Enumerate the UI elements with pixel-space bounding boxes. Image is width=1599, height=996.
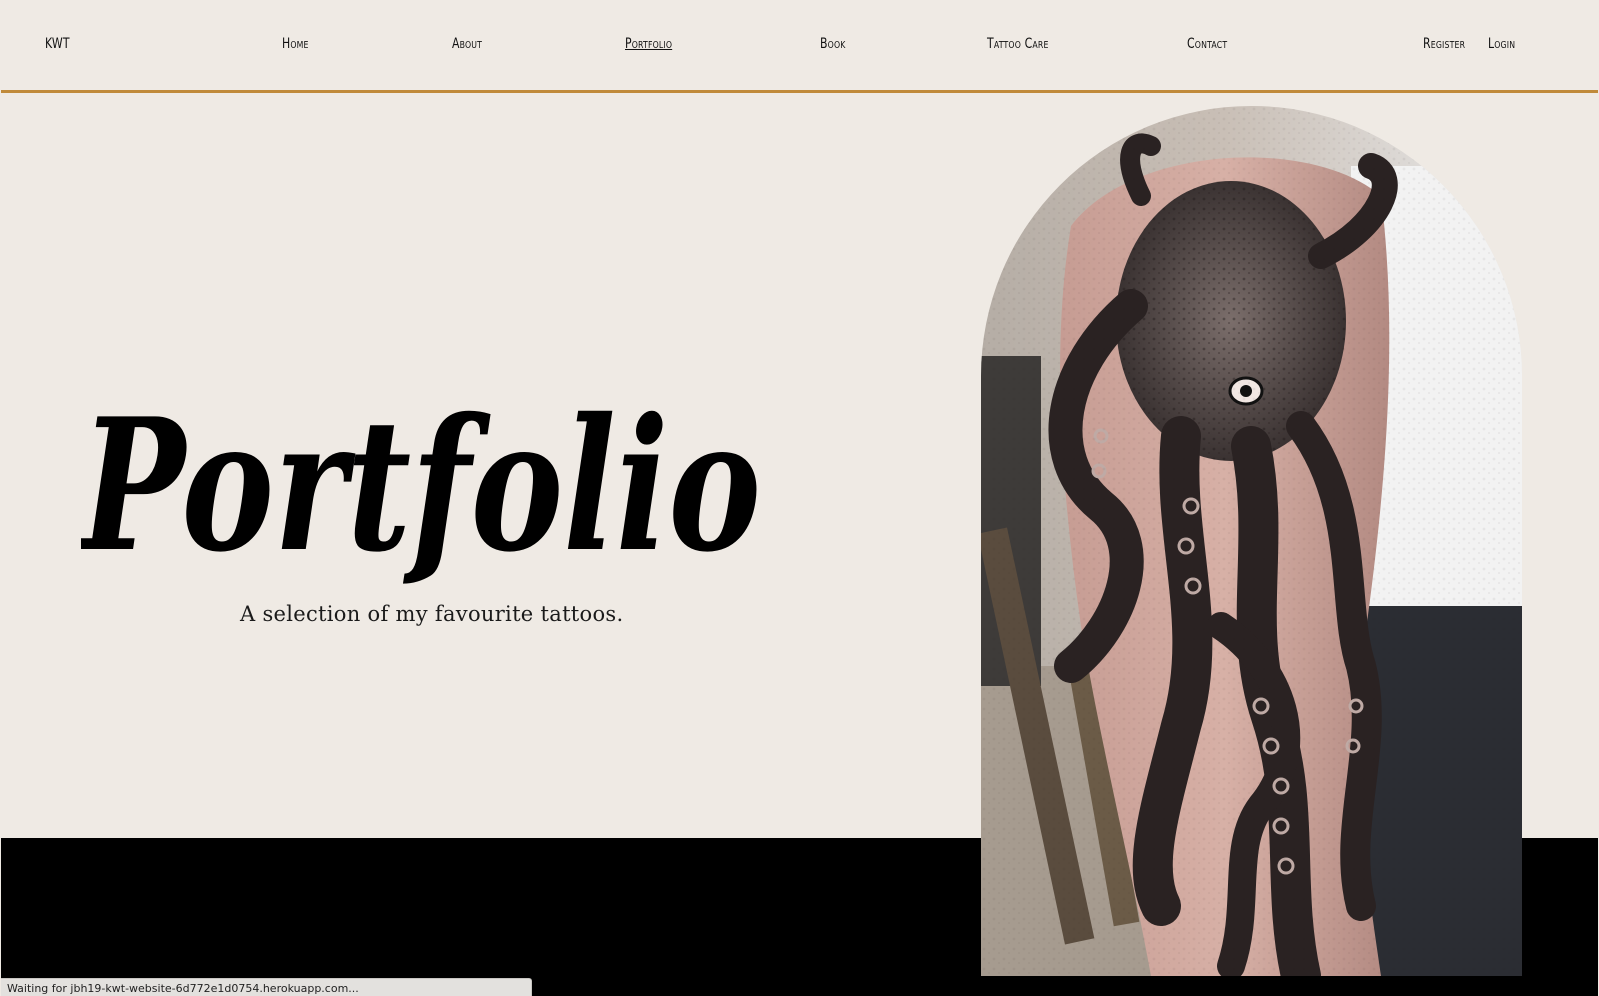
- brand-logo[interactable]: KWT: [45, 36, 70, 52]
- nav-link-about[interactable]: About: [452, 36, 482, 52]
- nav-link-portfolio[interactable]: Portfolio: [625, 36, 672, 52]
- top-navigation: KWT Home About Portfolio Book Tattoo Car…: [1, 2, 1598, 93]
- nav-link-login[interactable]: Login: [1488, 36, 1515, 52]
- nav-link-book[interactable]: Book: [820, 36, 846, 52]
- nav-link-contact[interactable]: Contact: [1187, 36, 1227, 52]
- nav-link-home[interactable]: Home: [282, 36, 309, 52]
- browser-status-bar: Waiting for jbh19-kwt-website-6d772e1d07…: [1, 978, 532, 996]
- page: KWT Home About Portfolio Book Tattoo Car…: [1, 2, 1598, 996]
- nav-link-tattoo-care[interactable]: Tattoo Care: [987, 36, 1049, 52]
- nav-link-register[interactable]: Register: [1423, 36, 1465, 52]
- octopus-tattoo-image: [981, 106, 1522, 976]
- page-title: Portfolio: [81, 377, 781, 607]
- page-title-text: Portfolio: [81, 378, 761, 592]
- page-subtitle: A selection of my favourite tattoos.: [240, 602, 624, 626]
